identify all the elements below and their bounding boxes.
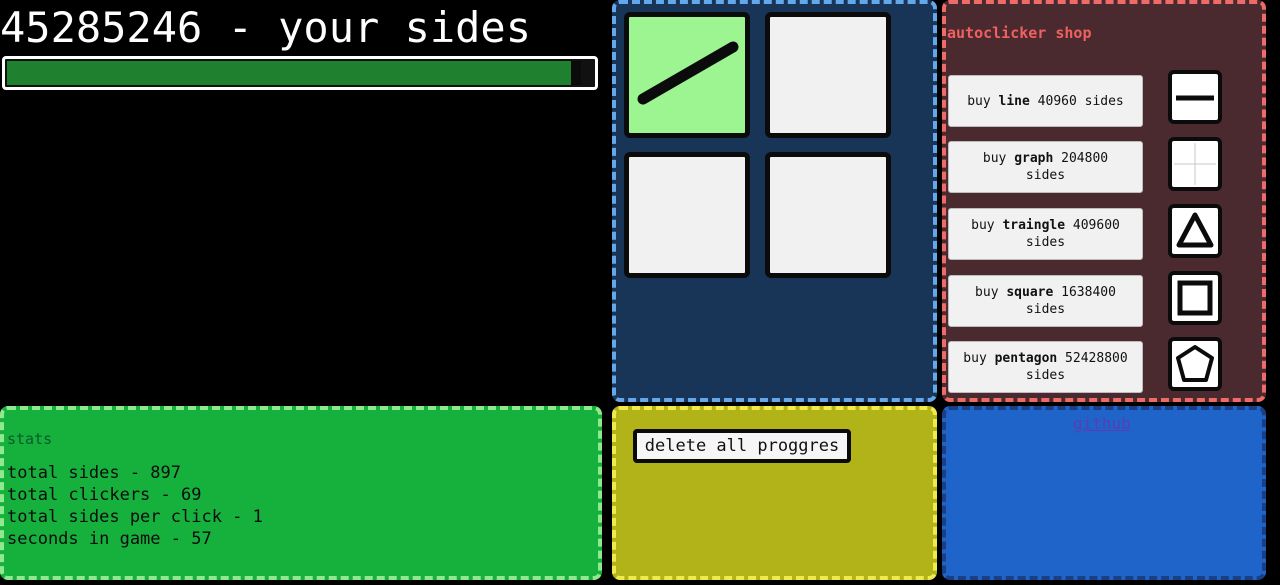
score-display: 45285246 - your sides	[0, 3, 532, 52]
github-link[interactable]: github	[1073, 414, 1131, 433]
buy-square-button[interactable]: buy square 1638400 sides	[948, 275, 1143, 327]
buy-prefix: buy	[967, 93, 999, 109]
buy-pentagon-button[interactable]: buy pentagon 52428800 sides	[948, 341, 1143, 393]
progress-bar	[2, 56, 598, 90]
item-name: line	[998, 93, 1030, 109]
buy-prefix: buy	[982, 151, 1015, 166]
item-name: traingle	[1002, 218, 1066, 233]
stats-title: stats	[7, 430, 53, 448]
line-icon	[1168, 70, 1222, 124]
tile-1[interactable]	[624, 12, 750, 138]
graph-icon	[1168, 137, 1222, 191]
square-icon	[1168, 271, 1222, 325]
stat-seconds-in-game: seconds in game - 57	[7, 529, 212, 549]
tile-2[interactable]	[765, 12, 891, 138]
shop-title: autoclicker shop	[947, 24, 1092, 42]
buy-line-button[interactable]: buy line 40960 sides	[948, 75, 1143, 127]
stat-sides-per-click: total sides per click - 1	[7, 507, 263, 527]
item-price: 40960 sides	[1029, 93, 1124, 109]
tile-4[interactable]	[765, 152, 891, 278]
buy-graph-button[interactable]: buy graph 204800 sides	[948, 141, 1143, 193]
item-name: pentagon	[994, 351, 1058, 366]
item-name: square	[1006, 285, 1054, 300]
buy-prefix: buy	[971, 218, 1003, 233]
pentagon-icon	[1168, 337, 1222, 391]
diagonal-line-icon	[637, 41, 739, 105]
item-name: graph	[1014, 151, 1054, 166]
stat-total-clickers: total clickers - 69	[7, 485, 202, 505]
tile-3[interactable]	[624, 152, 750, 278]
buy-traingle-button[interactable]: buy traingle 409600 sides	[948, 208, 1143, 260]
stat-total-sides: total sides - 897	[7, 463, 181, 483]
delete-progress-button[interactable]: delete all proggres	[633, 429, 851, 463]
buy-prefix: buy	[963, 351, 995, 366]
buy-prefix: buy	[975, 285, 1007, 300]
triangle-icon	[1168, 204, 1222, 258]
progress-bar-fill	[7, 61, 582, 85]
